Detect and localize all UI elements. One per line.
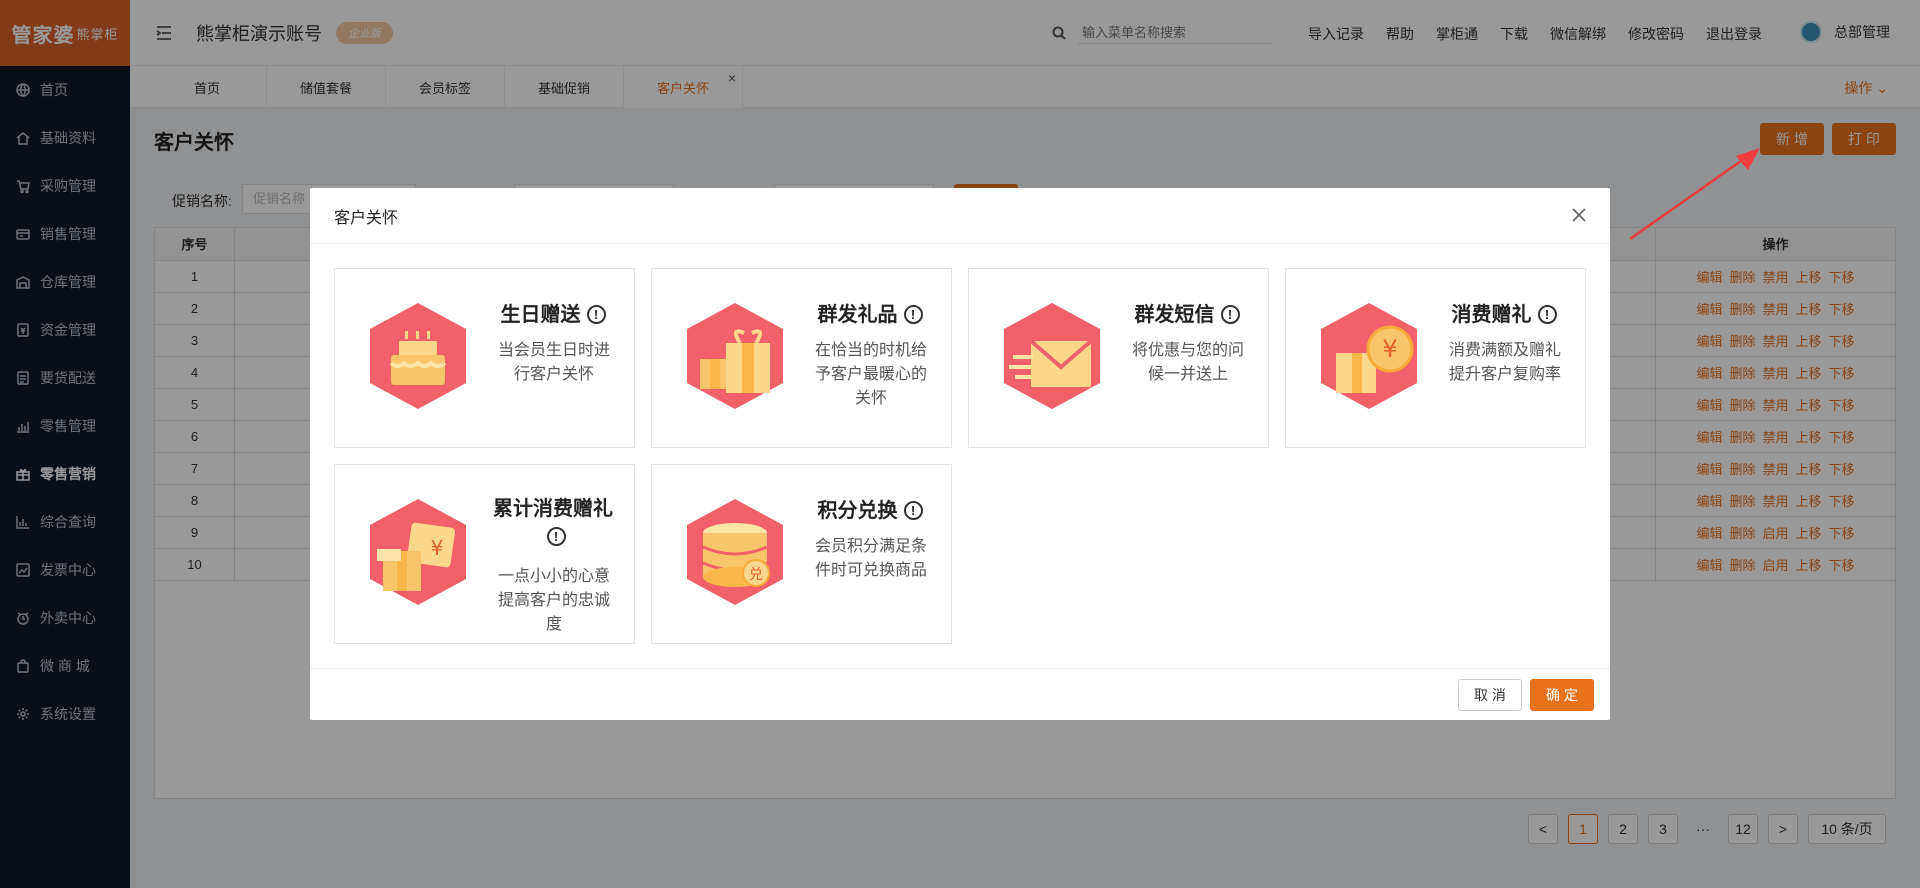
modal-footer: 取 消 确 定 xyxy=(310,668,1610,720)
coupon-gift-icon: ¥ xyxy=(370,499,466,605)
care-card-3[interactable]: 群发短信! 将优惠与您的问候一并送上 xyxy=(968,268,1269,448)
arrow-annotation-icon xyxy=(1629,148,1760,241)
card-title: 群发礼品! xyxy=(808,301,932,329)
customer-care-modal: 客户关怀 生日赠送! 当会员生日时进行客户关怀 群发礼品! 在恰当的时机给予客户最暖心… xyxy=(310,188,1610,720)
info-icon[interactable]: ! xyxy=(546,527,566,546)
card-description: 在恰当的时机给予客户最暖心的关怀 xyxy=(814,342,927,407)
card-title: 累计消费赠礼! xyxy=(493,498,613,546)
care-card-2[interactable]: 群发礼品! 在恰当的时机给予客户最暖心的关怀 xyxy=(651,268,952,448)
close-icon[interactable] xyxy=(1570,206,1588,224)
birthday-cake-icon xyxy=(370,303,466,409)
card-description: 当会员生日时进行客户关怀 xyxy=(497,342,610,383)
care-card-5[interactable]: ¥ 累计消费赠礼! 一点小小的心意提高客户的忠诚度 xyxy=(334,464,635,644)
modal-title: 客户关怀 xyxy=(334,209,399,227)
card-description: 一点小小的心意提高客户的忠诚度 xyxy=(497,568,610,633)
info-icon[interactable]: ! xyxy=(1220,305,1240,324)
confirm-button[interactable]: 确 定 xyxy=(1530,679,1594,711)
care-card-4[interactable]: ¥ 消费赠礼! 消费满额及赠礼提升客户复购率 xyxy=(1285,268,1586,448)
care-card-1[interactable]: 生日赠送! 当会员生日时进行客户关怀 xyxy=(334,268,635,448)
card-description: 将优惠与您的问候一并送上 xyxy=(1131,342,1244,383)
card-description: 会员积分满足条件时可兑换商品 xyxy=(814,538,927,579)
svg-text:¥: ¥ xyxy=(1382,335,1397,363)
gift-box-icon xyxy=(687,303,783,409)
care-card-6[interactable]: 兑 积分兑换! 会员积分满足条件时可兑换商品 xyxy=(651,464,952,644)
info-icon[interactable]: ! xyxy=(1537,305,1557,324)
yuan-gift-icon: ¥ xyxy=(1321,303,1417,409)
card-title: 积分兑换! xyxy=(808,497,932,525)
info-icon[interactable]: ! xyxy=(903,501,923,520)
svg-text:¥: ¥ xyxy=(431,536,444,560)
card-description: 消费满额及赠礼提升客户复购率 xyxy=(1448,342,1561,383)
info-icon[interactable]: ! xyxy=(586,305,606,324)
svg-text:兑: 兑 xyxy=(749,567,763,583)
envelope-icon xyxy=(1004,303,1100,409)
card-title: 消费赠礼! xyxy=(1442,301,1566,329)
cancel-button[interactable]: 取 消 xyxy=(1458,679,1522,711)
card-title: 群发短信! xyxy=(1125,301,1249,329)
modal-header: 客户关怀 xyxy=(310,188,1610,244)
card-title: 生日赠送! xyxy=(491,301,615,329)
info-icon[interactable]: ! xyxy=(903,305,923,324)
coin-stack-icon: 兑 xyxy=(687,499,783,605)
